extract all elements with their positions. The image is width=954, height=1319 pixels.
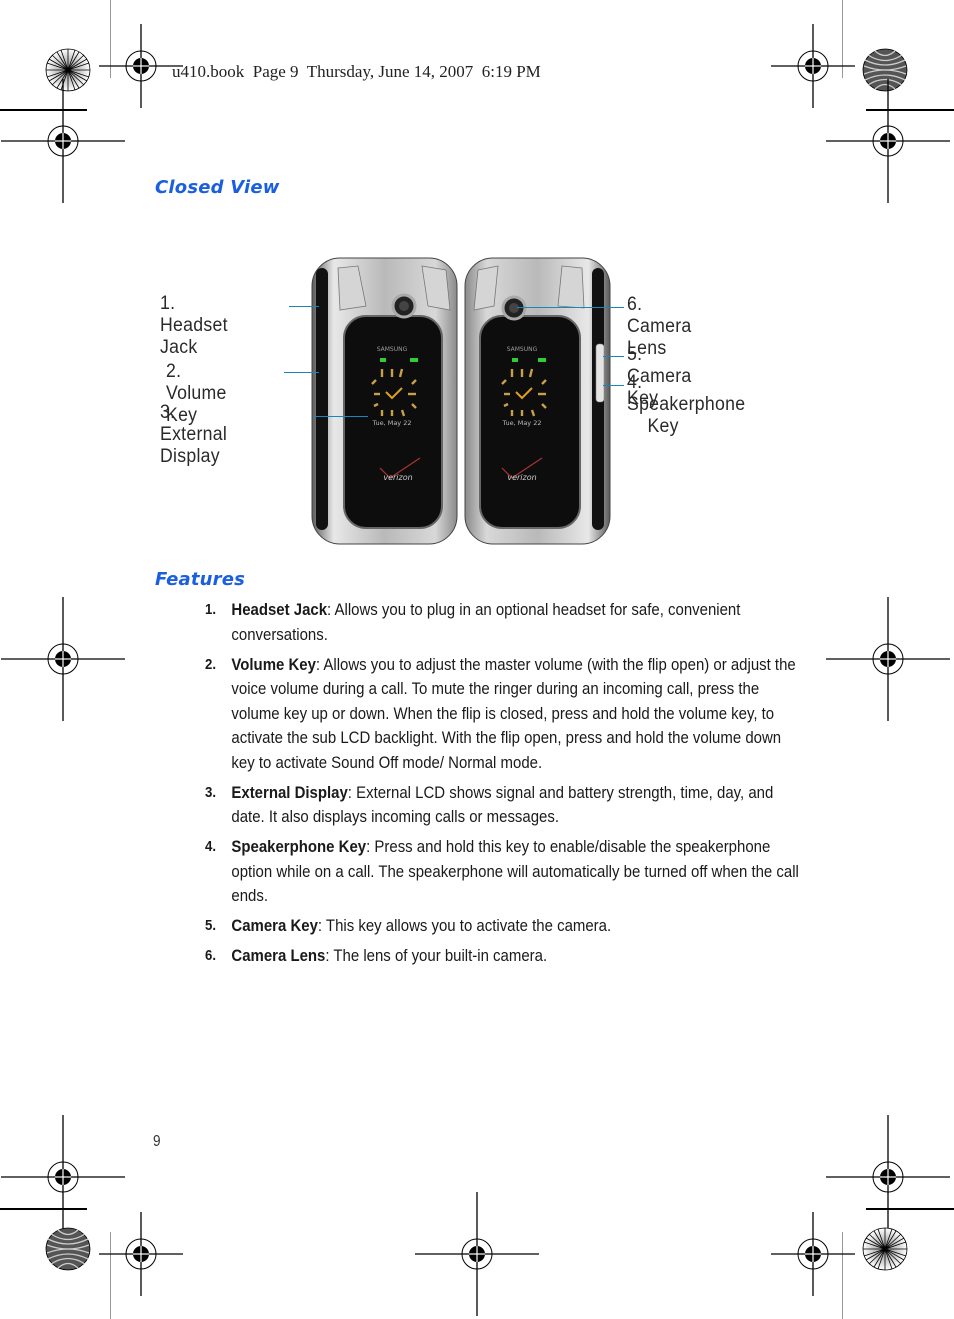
registration-mark — [0, 1114, 126, 1240]
registration-mark — [825, 1114, 951, 1240]
feature-number: 5. — [205, 917, 217, 934]
feature-item: 1. Headset Jack: Allows you to plug in an… — [205, 598, 803, 647]
sunburst-mark — [862, 1227, 908, 1271]
registration-mark — [825, 596, 951, 722]
feature-term: Camera Lens — [231, 946, 326, 965]
print-stamp: u410.book Page 9 Thursday, June 14, 2007… — [172, 62, 541, 81]
callout-line — [313, 416, 368, 417]
feature-number: 4. — [205, 838, 217, 855]
sunburst-mark — [45, 48, 91, 92]
display-date: Tue, May 22 — [371, 419, 411, 427]
feature-term: Volume Key — [231, 654, 316, 674]
callout-speakerphone-key: 4. Speakerphone Key — [627, 372, 745, 438]
callout-line — [603, 385, 624, 386]
moire-mark — [862, 48, 908, 92]
feature-term: Speakerphone Key — [231, 837, 367, 856]
feature-item: 6. Camera Lens: The lens of your built-in… — [205, 944, 803, 969]
feature-number: 2. — [205, 655, 217, 673]
page-number: 9 — [153, 1133, 161, 1150]
registration-mark — [0, 596, 126, 722]
section-heading-closed-view: Closed View — [155, 177, 280, 198]
carrier-logo: verizon — [507, 473, 536, 482]
feature-number: 6. — [205, 947, 217, 964]
feature-item: 2. Volume Key: Allows you to adjust the m… — [205, 653, 803, 776]
phone-image-right: SAMSUNG Tue, May 22 verizon — [464, 257, 611, 545]
callout-external-display: 3. External Display — [160, 402, 228, 467]
registration-mark — [98, 23, 184, 109]
feature-desc: : The lens of your built-in camera. — [325, 946, 548, 965]
feature-desc: : Allows you to adjust the master volume… — [231, 654, 796, 772]
registration-mark — [825, 78, 951, 204]
feature-term: Headset Jack — [231, 600, 328, 619]
brand-label: SAMSUNG — [377, 346, 408, 353]
callout-label-line2: Key — [647, 416, 679, 437]
feature-desc: : This key allows you to activate the ca… — [317, 916, 612, 935]
callout-line — [517, 307, 624, 308]
feature-item: 5. Camera Key: This key allows you to act… — [205, 914, 803, 939]
registration-mark — [0, 78, 126, 204]
registration-mark — [98, 1211, 184, 1297]
display-date: Tue, May 22 — [501, 419, 541, 427]
registration-mark — [770, 1211, 856, 1297]
brand-label: SAMSUNG — [507, 346, 538, 353]
registration-mark — [414, 1191, 540, 1317]
carrier-logo: verizon — [383, 473, 412, 482]
features-list: 1. Headset Jack: Allows you to plug in an… — [205, 598, 799, 974]
callout-line — [603, 356, 624, 357]
feature-item: 4. Speakerphone Key: Press and hold this … — [205, 835, 803, 909]
callout-line — [289, 306, 319, 307]
feature-term: External Display — [231, 782, 348, 802]
feature-number: 3. — [205, 783, 217, 801]
feature-number: 1. — [205, 601, 217, 618]
moire-mark — [45, 1227, 91, 1271]
callout-label: 4. Speakerphone — [627, 372, 746, 415]
feature-term: Camera Key — [231, 916, 318, 935]
phone-image-left: SAMSUNG Tue, May 22 verizon — [311, 257, 458, 545]
section-heading-features: Features — [155, 569, 246, 590]
registration-mark — [770, 23, 856, 109]
callout-headset-jack: 1. Headset Jack — [160, 293, 228, 358]
feature-item: 3. External Display: External LCD shows s… — [205, 781, 803, 830]
callout-line — [284, 372, 319, 373]
